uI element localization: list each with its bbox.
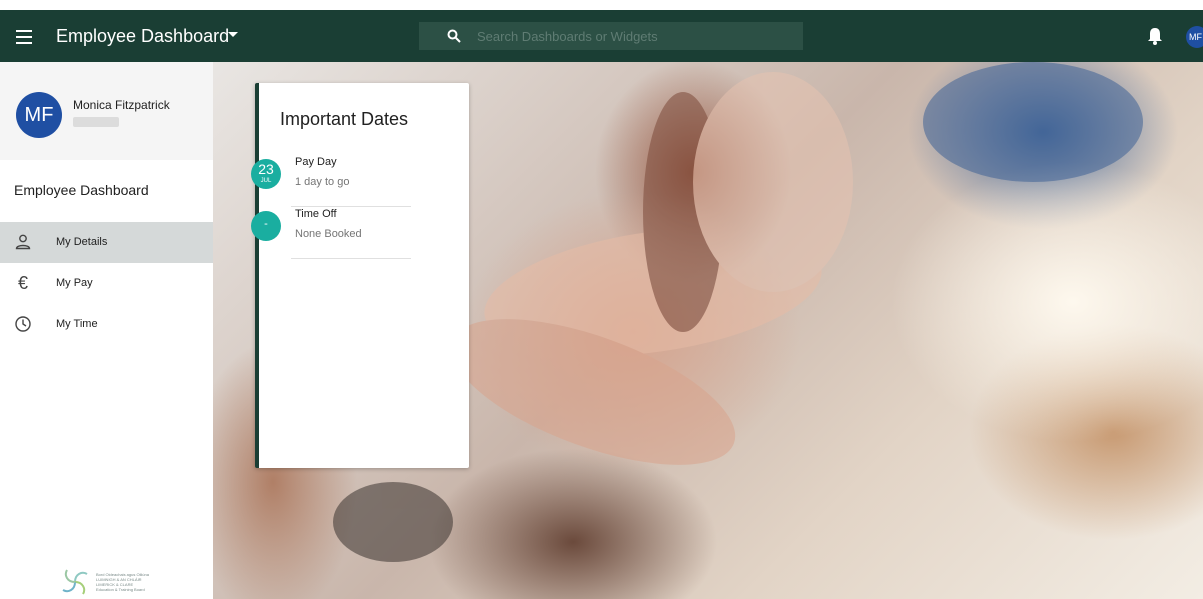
- clock-icon: [15, 316, 31, 332]
- search-input[interactable]: [477, 26, 787, 46]
- swirl-logo-icon: [62, 569, 88, 595]
- date-entry-time-off[interactable]: - Time Off None Booked: [251, 207, 411, 259]
- date-entry-pay-day[interactable]: 23 JUL Pay Day 1 day to go: [251, 155, 411, 207]
- sidebar-item-my-pay[interactable]: € My Pay: [0, 263, 213, 304]
- date-badge: 23 JUL: [251, 159, 281, 189]
- date-label: Pay Day: [295, 156, 337, 168]
- date-subtitle: 1 day to go: [295, 176, 350, 188]
- profile-panel: MF Monica Fitzpatrick: [0, 62, 213, 160]
- card-title: Important Dates: [280, 109, 409, 129]
- sidebar-heading: Employee Dashboard: [14, 182, 149, 198]
- euro-icon: €: [17, 273, 28, 293]
- date-badge: -: [251, 211, 281, 241]
- notification-bell-icon[interactable]: [1146, 26, 1164, 46]
- top-app-bar: Employee Dashboard MF: [0, 0, 1203, 62]
- important-dates-card: Important Dates 23 JUL Pay Day 1 day to …: [251, 83, 469, 468]
- search-icon: [447, 29, 461, 43]
- sidebar-item-my-time[interactable]: My Time: [0, 304, 213, 345]
- sidebar-item-my-details[interactable]: My Details: [0, 222, 213, 263]
- person-icon: [15, 234, 31, 250]
- date-day: 23: [258, 161, 274, 177]
- date-subtitle: None Booked: [295, 228, 362, 240]
- search-bar[interactable]: [419, 22, 803, 50]
- organisation-logo: Bord Oideachais agus Oiliúna LUIMNIGH & …: [60, 568, 160, 596]
- sidebar: MF Monica Fitzpatrick Employee Dashboard…: [0, 62, 213, 599]
- avatar: MF: [16, 92, 62, 138]
- sidebar-item-label: My Pay: [56, 277, 93, 289]
- dashboard-switch-caret-icon[interactable]: [228, 32, 238, 37]
- date-day: -: [264, 218, 268, 230]
- logo-text: Bord Oideachais agus Oiliúna LUIMNIGH & …: [96, 572, 149, 592]
- profile-redacted-detail: [73, 117, 119, 127]
- user-avatar-button[interactable]: MF: [1186, 26, 1203, 48]
- dashboard-title[interactable]: Employee Dashboard: [56, 24, 229, 48]
- hamburger-menu-icon[interactable]: [12, 24, 36, 48]
- sidebar-item-label: My Details: [56, 236, 108, 248]
- sidebar-item-label: My Time: [56, 318, 98, 330]
- profile-name: Monica Fitzpatrick: [73, 98, 170, 112]
- date-label: Time Off: [295, 208, 337, 220]
- date-month: JUL: [260, 178, 272, 184]
